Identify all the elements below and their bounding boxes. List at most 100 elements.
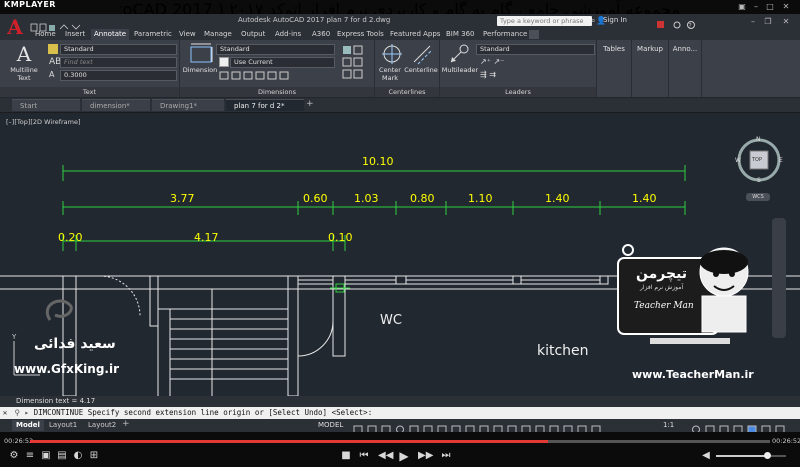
- multileader-label[interactable]: Multileader: [440, 66, 480, 74]
- add-layout-icon[interactable]: +: [122, 419, 130, 429]
- playlist-icon[interactable]: ≡: [24, 450, 36, 462]
- leader-style-select[interactable]: Standard: [476, 44, 595, 55]
- ribbon-tab-parametric[interactable]: Parametric: [131, 29, 175, 40]
- subtitle-icon[interactable]: ▤: [56, 450, 68, 462]
- markup-panel[interactable]: Markup: [632, 40, 669, 97]
- text-panel: A Multiline Text Standard ABC Find text …: [0, 40, 180, 97]
- leader-add-remove-icons[interactable]: ↗⁺ ↗⁻: [480, 57, 504, 66]
- command-line[interactable]: ✕ ⚲ ▸ DIMCONTINUE Specify second extensi…: [0, 407, 800, 419]
- annotation-scale[interactable]: 1:1: [663, 421, 674, 429]
- viewcube-top-label[interactable]: TOP: [752, 157, 762, 163]
- leaders-panel-title[interactable]: Leaders: [440, 87, 596, 97]
- text-style-select[interactable]: Standard: [60, 44, 177, 55]
- ribbon-tab-home[interactable]: Home: [32, 29, 59, 40]
- dim-text-140b: 1.40: [632, 192, 657, 205]
- rewind-icon[interactable]: ◀◀: [378, 450, 393, 462]
- autocad-app-menu-button[interactable]: A: [2, 14, 28, 40]
- command-close-icon[interactable]: ✕: [0, 407, 10, 419]
- annotation-scaling-panel[interactable]: Anno...: [669, 40, 702, 97]
- dim-style-select[interactable]: Standard: [216, 44, 335, 55]
- sign-in-link[interactable]: Sign In: [603, 16, 627, 24]
- ribbon-tab-annotate[interactable]: Annotate: [91, 29, 130, 40]
- ribbon-tab-manage[interactable]: Manage: [201, 29, 235, 40]
- play-icon[interactable]: ▶: [398, 450, 410, 462]
- search-input[interactable]: Type a keyword or phrase: [497, 16, 592, 26]
- leader-align-collect-icons[interactable]: ⇶ ⇉: [480, 70, 496, 79]
- acad-close-icon[interactable]: ✕: [780, 17, 792, 27]
- navigation-bar[interactable]: [772, 218, 786, 338]
- volume-mute-icon[interactable]: ◀: [700, 450, 712, 462]
- new-tab-icon[interactable]: +: [306, 99, 314, 109]
- center-mark-icon[interactable]: [381, 43, 403, 65]
- text-height-input[interactable]: 0.3000: [60, 70, 177, 81]
- layout-tab-layout2[interactable]: Layout2: [84, 420, 120, 431]
- text-style-icon: [48, 44, 58, 54]
- multiline-text-label[interactable]: Multiline Text: [6, 66, 42, 82]
- command-history: Dimension text = 4.17: [0, 396, 800, 407]
- layout-tab-layout1[interactable]: Layout1: [45, 420, 81, 431]
- ribbon-tab-a360[interactable]: A360: [309, 29, 333, 40]
- maximize-icon[interactable]: □: [764, 2, 776, 12]
- multiline-text-icon[interactable]: A: [12, 43, 36, 65]
- markup-label[interactable]: Markup: [632, 45, 668, 53]
- tables-panel[interactable]: Tables: [597, 40, 632, 97]
- status-toggle-icons[interactable]: [352, 420, 652, 434]
- doc-tab-drawing1[interactable]: Drawing1*: [152, 99, 224, 111]
- author-watermark: سعید فدائی: [34, 336, 116, 352]
- ribbon-tab-addins[interactable]: Add-ins: [272, 29, 304, 40]
- acad-restore-icon[interactable]: ❐: [762, 17, 774, 27]
- command-line-text[interactable]: DIMCONTINUE Specify second extension lin…: [34, 408, 373, 417]
- ribbon-tab-view[interactable]: View: [176, 29, 199, 40]
- settings-icon[interactable]: ⚙: [8, 450, 20, 462]
- text-panel-title[interactable]: Text: [0, 87, 179, 97]
- teacherman-brand-fa: تیچرمن: [636, 266, 688, 282]
- next-icon[interactable]: ⏭: [440, 450, 452, 462]
- help-icons[interactable]: ?: [655, 15, 745, 30]
- close-icon[interactable]: ✕: [780, 2, 792, 12]
- forward-icon[interactable]: ▶▶: [418, 450, 433, 462]
- dim-right-icons[interactable]: [340, 44, 366, 80]
- doc-tab-plan7[interactable]: plan 7 for d 2*: [226, 99, 304, 111]
- centerline-label[interactable]: Centerline: [403, 66, 439, 74]
- layout-icon[interactable]: ⊞: [88, 450, 100, 462]
- viewport-controls-label[interactable]: [–][Top][2D Wireframe]: [6, 118, 81, 126]
- previous-icon[interactable]: ⏮: [358, 450, 370, 462]
- ribbon-tab-output[interactable]: Output: [238, 29, 268, 40]
- find-text-input[interactable]: Find text: [60, 57, 177, 68]
- ribbon-tab-featured-apps[interactable]: Featured Apps: [387, 29, 443, 40]
- model-space-button[interactable]: MODEL: [318, 421, 343, 429]
- dimensions-panel-title[interactable]: Dimensions: [180, 87, 374, 97]
- minimize-icon[interactable]: –: [750, 2, 762, 12]
- status-right-icons[interactable]: [690, 420, 798, 434]
- ribbon-tab-express-tools[interactable]: Express Tools: [334, 29, 387, 40]
- ribbon-tab-bim360[interactable]: BIM 360: [443, 29, 478, 40]
- ribbon-tab-performance[interactable]: Performance: [480, 29, 530, 40]
- capture-icon[interactable]: ▣: [40, 450, 52, 462]
- centerlines-panel-title[interactable]: Centerlines: [375, 87, 439, 97]
- tables-label[interactable]: Tables: [597, 45, 631, 53]
- binoculars-icon[interactable]: ⌕: [591, 16, 595, 26]
- centerline-icon[interactable]: [411, 43, 433, 65]
- doc-tab-dimension[interactable]: dimension*: [82, 99, 150, 111]
- layout-tab-model[interactable]: Model: [12, 420, 44, 431]
- dimension-icon[interactable]: [188, 43, 214, 65]
- dim-tools-icons[interactable]: [218, 70, 338, 82]
- center-mark-label[interactable]: Center Mark: [375, 66, 405, 82]
- command-tools-icon[interactable]: ⚲: [15, 408, 21, 417]
- stop-icon[interactable]: ■: [340, 450, 352, 462]
- effects-icon[interactable]: ◐: [72, 450, 84, 462]
- compass-s: S: [757, 177, 761, 184]
- dim-layer-select[interactable]: Use Current: [230, 57, 335, 68]
- quick-access-toolbar[interactable]: [30, 17, 90, 32]
- pin-icon[interactable]: ▣: [736, 2, 748, 12]
- acad-minimize-icon[interactable]: –: [747, 17, 759, 27]
- volume-knob[interactable]: [764, 452, 771, 459]
- anno-label[interactable]: Anno...: [669, 45, 701, 53]
- volume-level: [716, 455, 766, 457]
- ribbon-toggle-icon[interactable]: [529, 30, 539, 39]
- wcs-menu[interactable]: WCS: [746, 193, 770, 201]
- doc-tab-start[interactable]: Start: [12, 99, 80, 111]
- ribbon-tab-insert[interactable]: Insert: [62, 29, 88, 40]
- dimension-label[interactable]: Dimension: [180, 66, 220, 74]
- multileader-icon[interactable]: [448, 43, 472, 65]
